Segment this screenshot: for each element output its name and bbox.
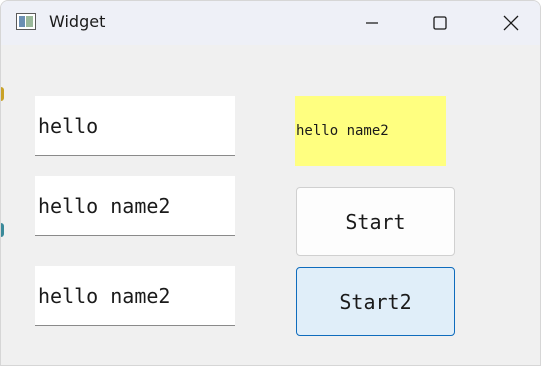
widget-window: Widget hello name2 Start Start2 (0, 0, 541, 366)
start2-button[interactable]: Start2 (296, 267, 455, 336)
start-button[interactable]: Start (296, 187, 455, 256)
minimize-icon (366, 22, 378, 24)
app-icon (16, 13, 36, 30)
close-icon (503, 15, 519, 31)
minimize-button[interactable] (349, 1, 395, 45)
name-label: hello name2 (295, 96, 446, 166)
edge-artifact-yellow (1, 87, 4, 101)
line-edit-2[interactable] (35, 176, 235, 236)
line-edit-3[interactable] (35, 266, 235, 326)
line-edit-1[interactable] (35, 96, 235, 156)
close-button[interactable] (488, 1, 534, 45)
maximize-button[interactable] (417, 1, 463, 45)
title-bar[interactable]: Widget (1, 1, 540, 45)
edge-artifact-teal (1, 223, 4, 237)
window-title: Widget (49, 12, 106, 31)
maximize-icon (433, 16, 447, 30)
